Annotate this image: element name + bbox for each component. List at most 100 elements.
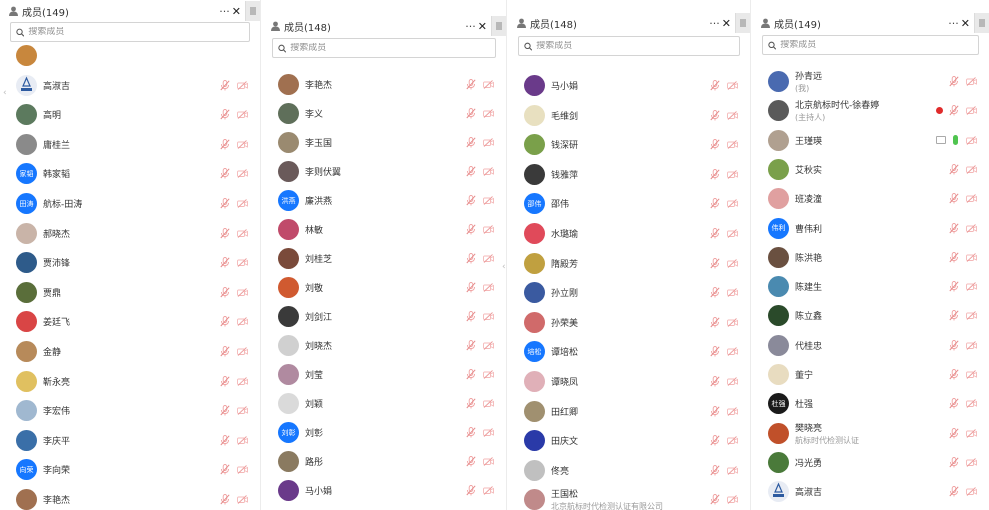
member-row[interactable]: 姜廷飞 <box>0 307 260 336</box>
mic-off-icon[interactable] <box>710 228 720 239</box>
member-row[interactable]: 樊晓亮 航标时代检测认证 <box>752 419 989 448</box>
member-row[interactable]: 李艳杰 <box>0 485 260 510</box>
member-row[interactable]: 林敏 <box>262 215 506 244</box>
member-row[interactable]: 金静 <box>0 337 260 366</box>
camera-off-icon[interactable] <box>727 465 738 475</box>
member-row[interactable]: 贾沛锋 <box>0 248 260 277</box>
camera-off-icon[interactable] <box>483 370 494 379</box>
camera-off-icon[interactable] <box>237 287 248 297</box>
camera-off-icon[interactable] <box>237 376 248 386</box>
more-options-icon[interactable]: ··· <box>219 5 230 18</box>
close-icon[interactable]: ✕ <box>478 20 487 33</box>
mic-off-icon[interactable] <box>949 222 959 234</box>
member-row[interactable]: 高明 <box>0 100 260 129</box>
camera-off-icon[interactable] <box>966 458 977 467</box>
collapse-arrow-icon[interactable]: ‹ <box>3 88 7 98</box>
mic-off-icon[interactable] <box>220 109 230 120</box>
camera-off-icon[interactable] <box>966 223 977 233</box>
mic-off-icon[interactable] <box>466 282 476 293</box>
camera-off-icon[interactable] <box>483 486 494 495</box>
mic-off-icon[interactable] <box>949 193 959 204</box>
mic-off-icon[interactable] <box>949 251 959 263</box>
mic-off-icon[interactable] <box>466 369 476 380</box>
search-box[interactable] <box>10 22 250 42</box>
mic-off-icon[interactable] <box>949 339 959 351</box>
member-row[interactable]: 陈洪艳 <box>752 243 989 272</box>
camera-off-icon[interactable] <box>966 106 977 116</box>
mic-off-icon[interactable] <box>220 257 230 268</box>
more-options-icon[interactable]: ··· <box>465 20 476 33</box>
member-row[interactable]: 董宁 <box>752 360 989 389</box>
member-row[interactable]: 王瑾瑛 <box>752 126 989 155</box>
search-input[interactable] <box>780 40 978 50</box>
search-box[interactable] <box>762 35 979 55</box>
mic-off-icon[interactable] <box>949 76 959 87</box>
member-row[interactable]: 高淑吉 <box>752 477 989 506</box>
member-row[interactable]: 钱雅萍 <box>508 160 750 189</box>
member-row[interactable]: 家韬 韩家韬 <box>0 159 260 188</box>
camera-off-icon[interactable] <box>483 283 494 292</box>
mic-off-icon[interactable] <box>466 485 476 496</box>
mic-off-icon[interactable] <box>220 79 230 91</box>
mic-off-icon[interactable] <box>710 464 720 476</box>
camera-off-icon[interactable] <box>727 406 738 416</box>
mic-off-icon[interactable] <box>466 253 476 264</box>
camera-off-icon[interactable] <box>727 110 738 120</box>
camera-off-icon[interactable] <box>483 138 494 147</box>
mic-off-icon[interactable] <box>220 316 230 327</box>
mic-off-icon[interactable] <box>710 139 720 150</box>
member-row[interactable]: 陈立鑫 <box>752 301 989 330</box>
camera-off-icon[interactable] <box>966 252 977 262</box>
camera-off-icon[interactable] <box>483 254 494 263</box>
camera-off-icon[interactable] <box>483 109 494 118</box>
mic-off-icon[interactable] <box>466 79 476 90</box>
mic-off-icon[interactable] <box>710 405 720 417</box>
camera-off-icon[interactable] <box>966 428 977 438</box>
member-row[interactable]: 李宏伟 <box>0 396 260 425</box>
member-row[interactable]: 靳永亮 <box>0 367 260 396</box>
camera-off-icon[interactable] <box>237 317 248 327</box>
member-row[interactable]: 王国松 北京航标时代检测认证有限公司 <box>508 485 750 510</box>
member-row[interactable]: 邵伟 邵伟 <box>508 189 750 218</box>
more-options-icon[interactable]: ··· <box>709 17 720 30</box>
member-row[interactable] <box>0 41 260 70</box>
mic-off-icon[interactable] <box>949 369 959 380</box>
member-row[interactable]: 佟亮 <box>508 456 750 485</box>
mic-off-icon[interactable] <box>949 398 959 409</box>
mic-off-icon[interactable] <box>220 405 230 416</box>
mic-off-icon[interactable] <box>220 227 230 239</box>
camera-off-icon[interactable] <box>483 225 494 234</box>
camera-off-icon[interactable] <box>483 167 494 176</box>
mic-off-icon[interactable] <box>710 316 720 328</box>
search-box[interactable] <box>518 36 740 56</box>
mic-off-icon[interactable] <box>466 398 476 409</box>
member-row[interactable]: 伟利 曹伟利 <box>752 214 989 243</box>
member-row[interactable]: 路彤 <box>262 447 506 476</box>
camera-off-icon[interactable] <box>727 140 738 150</box>
camera-off-icon[interactable] <box>483 399 494 408</box>
more-options-icon[interactable]: ··· <box>948 17 959 30</box>
member-row[interactable]: 代桂忠 <box>752 331 989 360</box>
mic-off-icon[interactable] <box>220 286 230 298</box>
mic-off-icon[interactable] <box>466 166 476 177</box>
camera-off-icon[interactable] <box>237 435 248 445</box>
camera-off-icon[interactable] <box>727 258 738 268</box>
member-row[interactable]: 北京航标时代-徐春婷 (主持人) <box>752 96 989 125</box>
search-input[interactable] <box>290 43 495 53</box>
camera-off-icon[interactable] <box>966 311 977 321</box>
camera-off-icon[interactable] <box>237 258 248 268</box>
mic-off-icon[interactable] <box>466 311 476 322</box>
mic-off-icon[interactable] <box>710 198 720 209</box>
camera-off-icon[interactable] <box>966 165 977 174</box>
camera-off-icon[interactable] <box>966 487 977 497</box>
mic-off-icon[interactable] <box>710 435 720 446</box>
search-box[interactable] <box>272 38 496 58</box>
member-row[interactable]: 培松 谭培松 <box>508 337 750 366</box>
member-row[interactable]: 陈建生 <box>752 272 989 301</box>
member-row[interactable]: 李义 <box>262 99 506 128</box>
member-row[interactable]: 庸桂兰 <box>0 130 260 159</box>
mic-off-icon[interactable] <box>710 109 720 121</box>
camera-off-icon[interactable] <box>966 399 977 409</box>
camera-off-icon[interactable] <box>237 169 248 179</box>
mic-off-icon[interactable] <box>220 375 230 387</box>
